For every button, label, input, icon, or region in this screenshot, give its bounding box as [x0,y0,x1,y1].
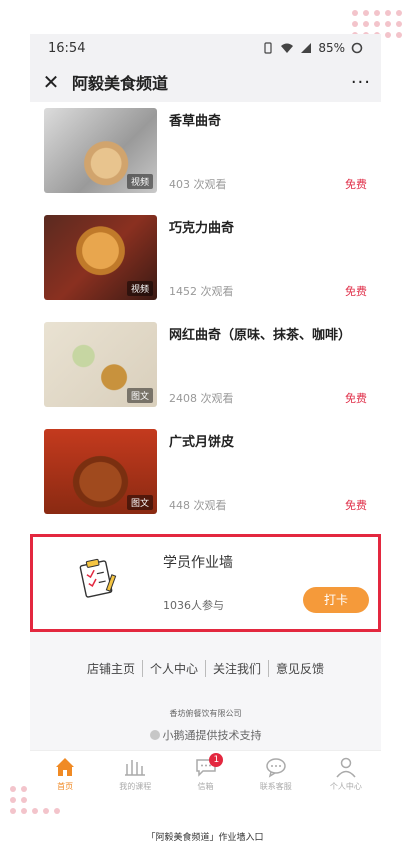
view-count: 403 次观看 [169,178,227,191]
view-count: 448 次观看 [169,499,227,512]
tab-home[interactable]: 首页 [30,751,100,804]
footer-link-shop-home[interactable]: 店铺主页 [80,660,142,677]
tab-customer-service[interactable]: 联系客服 [241,751,311,804]
footer: 店铺主页 个人中心 关注我们 意见反馈 香坊俯餐饮有限公司 小鹅通提供技术支持 [30,632,381,750]
tab-mailbox[interactable]: 1 信箱 [170,751,240,804]
tab-label: 信箱 [197,782,214,791]
course-thumbnail: 图文 [44,429,157,514]
service-icon [265,758,286,778]
tab-label: 我的课程 [119,782,152,791]
tab-personal-center[interactable]: 个人中心 [311,751,381,804]
status-time: 16:54 [48,40,86,56]
screenshot-page: 16:54 85% ✕ 阿毅美食频道 ··· 视频 香草曲奇 403 次观看 免… [0,0,410,854]
course-icon [125,760,146,776]
more-options-icon[interactable]: ··· [351,72,371,93]
footer-link-follow-us[interactable]: 关注我们 [205,660,268,677]
close-icon[interactable]: ✕ [40,71,62,93]
status-bar: 16:54 85% [30,34,381,62]
tech-support-text: 小鹅通提供技术支持 [162,729,262,742]
tab-my-courses[interactable]: 我的课程 [100,751,170,804]
tab-label: 联系客服 [259,782,292,791]
course-item[interactable]: 视频 巧克力曲奇 1452 次观看 免费 [44,209,367,316]
course-title: 巧克力曲奇 [169,221,235,236]
title-bar: ✕ 阿毅美食频道 ··· [30,62,381,102]
page-title: 阿毅美食频道 [72,74,169,93]
wifi-icon [281,43,294,53]
image-caption: 「阿毅美食频道」作业墙入口 [146,833,264,843]
tab-label: 首页 [57,782,74,791]
user-icon [336,757,356,778]
battery-level: 85% [318,41,345,55]
checkin-button[interactable]: 打卡 [303,587,369,613]
course-list: 视频 香草曲奇 403 次观看 免费 视频 巧克力曲奇 1452 次观看 免费 [30,102,381,530]
course-thumbnail: 视频 [44,215,157,300]
vibrate-icon [264,42,272,54]
tab-label: 个人中心 [329,782,362,791]
price-label: 免费 [345,178,367,191]
participant-count: 1036人参与 [163,599,224,612]
clipboard-icon [79,558,117,598]
course-item[interactable]: 视频 香草曲奇 403 次观看 免费 [44,102,367,209]
view-count: 1452 次观看 [169,285,234,298]
signal-icon [301,43,312,53]
course-thumbnail: 视频 [44,108,157,193]
content-type-tag: 视频 [126,281,153,296]
battery-ring-icon [351,42,363,54]
phone-screen: 16:54 85% ✕ 阿毅美食频道 ··· 视频 香草曲奇 403 次观看 免… [30,34,381,804]
course-title: 网红曲奇（原味、抹茶、咖啡） [169,328,352,343]
course-item[interactable]: 图文 广式月饼皮 448 次观看 免费 [44,423,367,530]
bottom-tab-bar: 首页 我的课程 1 信箱 联系客服 个人中心 [30,750,381,804]
company-name: 香坊俯餐饮有限公司 [169,709,242,718]
footer-links: 店铺主页 个人中心 关注我们 意见反馈 [30,660,381,677]
home-icon [56,758,75,776]
unread-badge: 1 [209,753,224,767]
price-label: 免费 [345,285,367,298]
course-title: 广式月饼皮 [169,435,235,450]
footer-link-feedback[interactable]: 意见反馈 [268,660,331,677]
course-thumbnail: 图文 [44,322,157,407]
footer-link-personal-center[interactable]: 个人中心 [141,660,205,677]
homework-wall-entry[interactable]: 学员作业墙 1036人参与 打卡 [30,534,381,632]
homework-title: 学员作业墙 [163,555,233,571]
price-label: 免费 [345,499,367,512]
price-label: 免费 [345,392,367,405]
content-type-tag: 图文 [126,388,153,403]
course-item[interactable]: 图文 网红曲奇（原味、抹茶、咖啡） 2408 次观看 免费 [44,316,367,423]
course-title: 香草曲奇 [169,114,222,129]
content-type-tag: 视频 [126,174,153,189]
view-count: 2408 次观看 [169,392,234,405]
xiaoe-logo-icon [149,730,160,740]
content-type-tag: 图文 [126,495,153,510]
